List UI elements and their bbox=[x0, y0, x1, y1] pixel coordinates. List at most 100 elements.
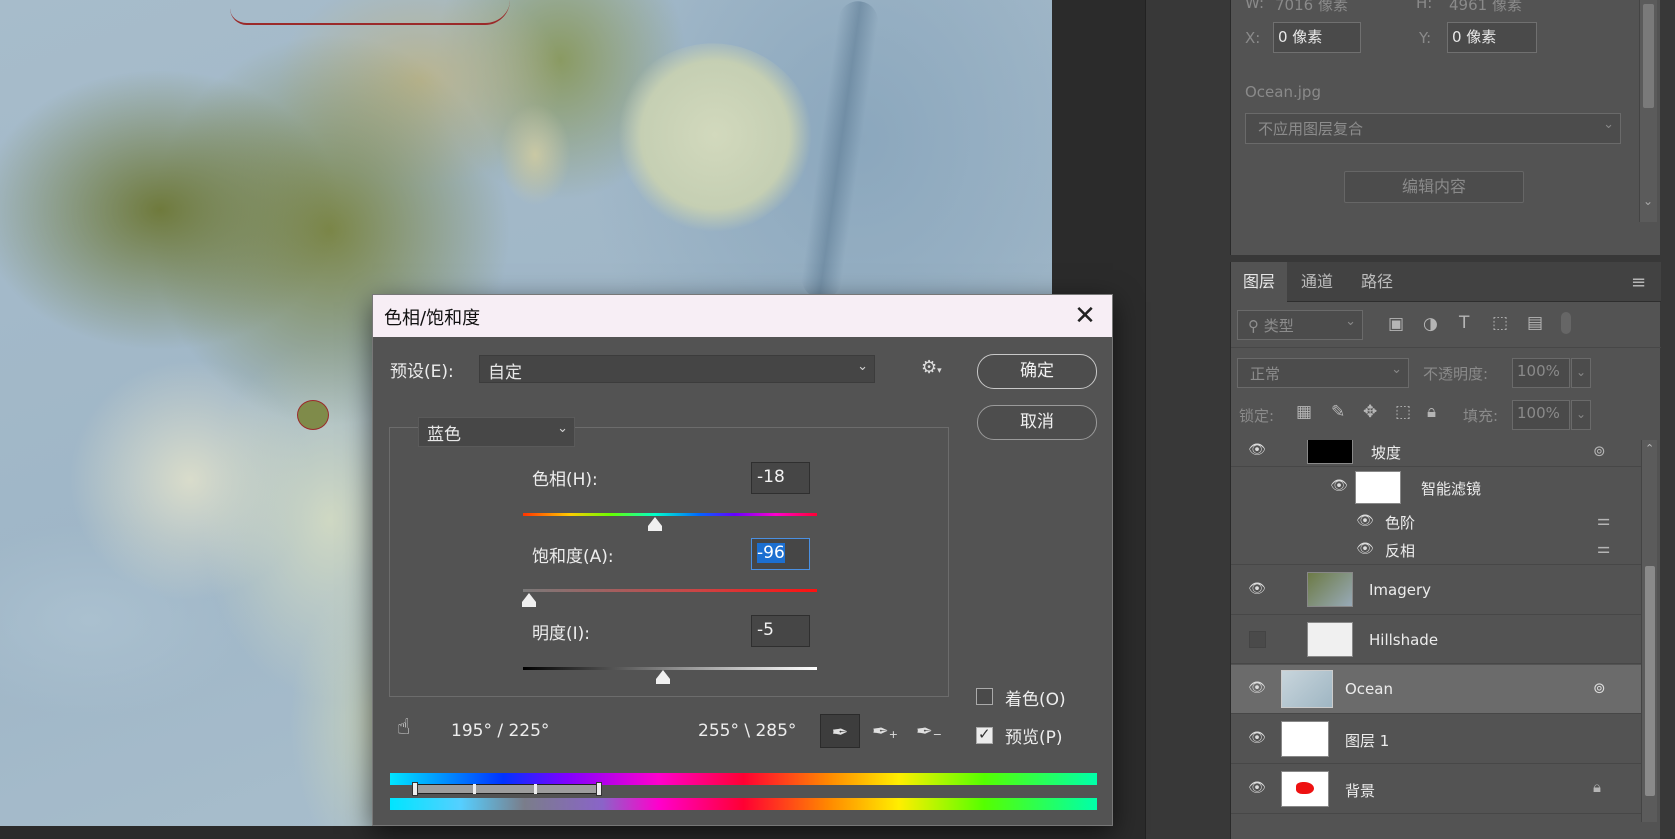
lock-all-icon[interactable]: 🔒︎ bbox=[1427, 402, 1436, 422]
colorize-checkbox[interactable] bbox=[976, 688, 993, 705]
tab-paths[interactable]: 路径 bbox=[1349, 262, 1405, 302]
lightness-slider-track[interactable] bbox=[523, 667, 817, 670]
shape-filter-icon[interactable]: ⬚ bbox=[1492, 313, 1508, 333]
layer-row-slope[interactable]: 👁︎ 坡度 ⊚ bbox=[1231, 440, 1641, 467]
saturation-slider-track[interactable] bbox=[523, 589, 817, 592]
smart-object-link-icon[interactable]: ⊚ bbox=[1593, 442, 1606, 460]
range-inner-left-handle[interactable] bbox=[473, 784, 476, 794]
range-right-value: 255° \ 285° bbox=[698, 721, 797, 741]
layer-row-imagery[interactable]: 👁︎ Imagery bbox=[1231, 566, 1641, 615]
range-outer-left-handle[interactable] bbox=[412, 782, 418, 796]
eye-icon[interactable]: 👁︎ bbox=[1353, 541, 1377, 557]
adjustment-groupbox bbox=[389, 427, 949, 697]
saturation-slider-handle[interactable] bbox=[521, 593, 536, 607]
layer-row-smart-filters[interactable]: 👁︎ 智能滤镜 bbox=[1231, 468, 1641, 508]
eyedropper-plus-icon[interactable]: ✒+ bbox=[865, 714, 905, 748]
layer-comp-value: 不应用图层复合 bbox=[1258, 120, 1364, 138]
opacity-dropdown-icon[interactable]: ⌄ bbox=[1571, 358, 1591, 388]
layer-name: 智能滤镜 bbox=[1421, 480, 1482, 498]
layer-comp-dropdown[interactable]: 不应用图层复合 ⌄ bbox=[1245, 113, 1621, 144]
preview-checkbox[interactable]: ✓ bbox=[976, 725, 993, 744]
x-field[interactable]: 0 像素 bbox=[1273, 22, 1361, 53]
saturation-field[interactable]: -96 bbox=[751, 538, 810, 570]
ok-button[interactable]: 确定 bbox=[977, 354, 1097, 389]
close-icon[interactable]: ✕ bbox=[1061, 297, 1109, 335]
lightness-field[interactable]: -5 bbox=[751, 615, 810, 647]
preset-dropdown[interactable]: 自定 ⌄ bbox=[479, 355, 875, 383]
layer-row-background[interactable]: 👁︎ 背景 🔒︎ bbox=[1231, 765, 1641, 814]
layers-scrollbar[interactable]: ⌃ bbox=[1641, 440, 1657, 822]
filter-toggle-icon[interactable] bbox=[1561, 312, 1571, 334]
layer-name: 坡度 bbox=[1371, 444, 1402, 462]
y-label: Y: bbox=[1419, 29, 1432, 47]
scroll-down-icon[interactable]: ⌄ bbox=[1643, 194, 1653, 208]
channel-value: 蓝色 bbox=[427, 425, 461, 445]
properties-scroll-thumb[interactable] bbox=[1643, 4, 1654, 108]
layer-row-levels[interactable]: 👁︎ 色阶 ⚌ bbox=[1231, 508, 1641, 536]
dialog-title: 色相/饱和度 bbox=[384, 308, 481, 329]
eye-icon[interactable]: 👁︎ bbox=[1245, 780, 1269, 796]
filter-options-icon[interactable]: ⚌ bbox=[1597, 511, 1610, 529]
height-label: H: bbox=[1416, 0, 1433, 12]
eye-icon[interactable]: 👁︎ bbox=[1327, 478, 1351, 494]
eye-icon[interactable]: 👁︎ bbox=[1245, 680, 1269, 696]
image-filter-icon[interactable]: ▣ bbox=[1388, 314, 1404, 334]
land-japan bbox=[582, 2, 848, 268]
edit-contents-button[interactable]: 编辑内容 bbox=[1344, 171, 1524, 203]
filter-type-dropdown[interactable]: ⚲ 类型 ⌄ bbox=[1237, 310, 1363, 340]
output-hue-bar bbox=[390, 798, 1097, 810]
opacity-field[interactable]: 100% bbox=[1512, 358, 1570, 388]
lightness-slider-handle[interactable] bbox=[655, 670, 670, 684]
fill-dropdown-icon[interactable]: ⌄ bbox=[1571, 400, 1591, 430]
layer-row-ocean[interactable]: 👁︎ Ocean ⊚ bbox=[1231, 665, 1641, 714]
land-korea bbox=[500, 105, 570, 205]
tab-layers[interactable]: 图层 bbox=[1231, 262, 1288, 302]
gear-icon[interactable]: ⚙▾ bbox=[921, 357, 942, 378]
channel-dropdown[interactable]: 蓝色 ⌄ bbox=[418, 417, 575, 447]
chevron-down-icon: ⌄ bbox=[857, 359, 868, 374]
eyedropper-minus-icon[interactable]: ✒− bbox=[909, 714, 949, 748]
lock-transparent-icon[interactable]: ▦ bbox=[1296, 402, 1312, 422]
lock-position-icon[interactable]: ✥ bbox=[1363, 402, 1377, 422]
range-selector[interactable] bbox=[412, 782, 602, 796]
lock-paint-icon[interactable]: ✎ bbox=[1331, 402, 1345, 422]
visibility-toggle-off[interactable] bbox=[1249, 631, 1266, 648]
scroll-up-icon[interactable]: ⌃ bbox=[1645, 442, 1654, 455]
tab-channels[interactable]: 通道 bbox=[1289, 262, 1345, 302]
type-filter-icon[interactable]: T bbox=[1459, 313, 1469, 333]
fill-field[interactable]: 100% bbox=[1512, 400, 1570, 430]
adjustment-filter-icon[interactable]: ◑ bbox=[1423, 314, 1438, 334]
hue-slider-track[interactable] bbox=[523, 513, 817, 516]
lock-label: 锁定: bbox=[1239, 407, 1275, 425]
filter-options-icon[interactable]: ⚌ bbox=[1597, 539, 1610, 557]
eye-icon[interactable]: 👁︎ bbox=[1353, 513, 1377, 529]
panel-menu-icon[interactable]: ≡ bbox=[1631, 272, 1646, 293]
dialog-titlebar[interactable]: 色相/饱和度 ✕ bbox=[373, 295, 1112, 337]
lock-artboard-icon[interactable]: ⬚ bbox=[1395, 402, 1411, 422]
eye-icon[interactable]: 👁︎ bbox=[1245, 442, 1269, 458]
smart-object-filter-icon[interactable]: ▤ bbox=[1527, 313, 1543, 333]
cancel-button[interactable]: 取消 bbox=[977, 405, 1097, 440]
range-inner-right-handle[interactable] bbox=[534, 784, 537, 794]
y-field[interactable]: 0 像素 bbox=[1447, 22, 1537, 53]
layer-name: Ocean bbox=[1345, 680, 1393, 698]
preset-value: 自定 bbox=[488, 363, 522, 383]
preset-label: 预设(E): bbox=[390, 362, 454, 382]
layer-row-invert[interactable]: 👁︎ 反相 ⚌ bbox=[1231, 536, 1641, 565]
hand-adjust-icon[interactable]: ☝ bbox=[397, 715, 410, 740]
hue-field[interactable]: -18 bbox=[751, 462, 810, 494]
hue-label: 色相(H): bbox=[532, 470, 598, 490]
range-outer-right-handle[interactable] bbox=[596, 782, 602, 796]
layer-row-hillshade[interactable]: Hillshade bbox=[1231, 616, 1641, 664]
hue-slider-handle[interactable] bbox=[648, 517, 663, 531]
layers-scroll-thumb[interactable] bbox=[1645, 566, 1655, 796]
layer-row-layer-1[interactable]: 👁︎ 图层 1 bbox=[1231, 715, 1641, 764]
smart-object-link-icon[interactable]: ⊚ bbox=[1593, 679, 1606, 697]
blend-mode-dropdown[interactable]: 正常 ⌄ bbox=[1237, 358, 1409, 388]
eyedropper-icon[interactable]: ✒ bbox=[820, 714, 860, 748]
eye-icon[interactable]: 👁︎ bbox=[1245, 730, 1269, 746]
blend-mode-value: 正常 bbox=[1250, 365, 1281, 383]
properties-scrollbar[interactable]: ⌄ bbox=[1639, 0, 1657, 222]
eye-icon[interactable]: 👁︎ bbox=[1245, 581, 1269, 597]
chevron-down-icon: ⌄ bbox=[1603, 117, 1614, 132]
